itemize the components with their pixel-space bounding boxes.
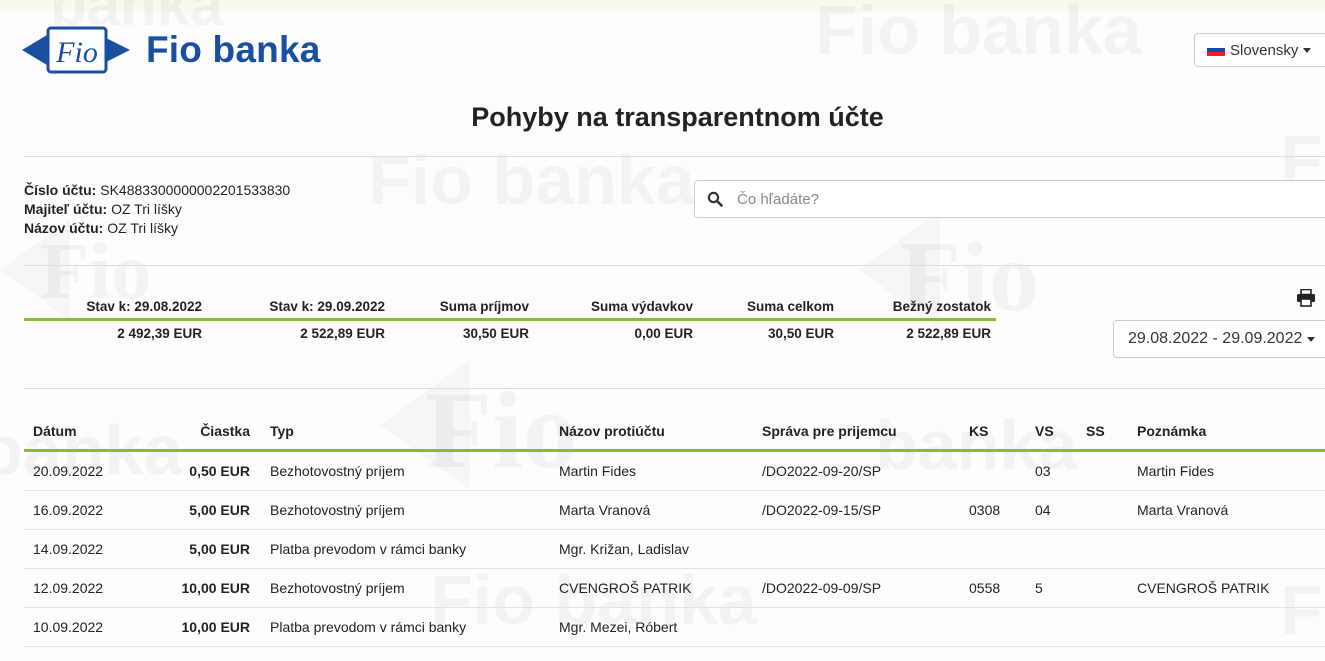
cell-counterparty: Marta Vranová	[559, 502, 651, 518]
cell-date: 16.09.2022	[33, 502, 104, 518]
top-strip	[0, 0, 1325, 12]
table-row[interactable]: 16.09.2022 5,00 EUR Bezhotovostný príjem…	[24, 491, 1325, 530]
cell-message: /DO2022-09-15/SP	[762, 502, 882, 518]
divider	[24, 265, 1325, 266]
search-icon[interactable]	[695, 191, 735, 207]
cell-type: Bezhotovostný príjem	[270, 580, 405, 596]
printer-icon[interactable]	[1296, 288, 1316, 312]
col-note[interactable]: Poznámka	[1137, 412, 1206, 449]
col-ss[interactable]: SS	[1086, 412, 1105, 449]
slovak-flag-icon	[1207, 44, 1225, 56]
col-type[interactable]: Typ	[270, 412, 294, 449]
language-dropdown[interactable]: Slovensky	[1194, 33, 1325, 67]
col-date[interactable]: Dátum	[33, 412, 77, 449]
summary-income: 30,50 EUR	[462, 325, 529, 341]
summary-header-start-balance: Stav k: 29.08.2022	[86, 298, 202, 314]
account-name: OZ Tri líšky	[107, 220, 179, 236]
chevron-down-icon	[1307, 336, 1316, 342]
cell-vs: 5	[1035, 580, 1043, 596]
cell-type: Bezhotovostný príjem	[270, 502, 405, 518]
cell-date: 10.09.2022	[33, 619, 104, 635]
table-row[interactable]: 20.09.2022 0,50 EUR Bezhotovostný príjem…	[24, 452, 1325, 491]
col-vs[interactable]: VS	[1035, 412, 1054, 449]
cell-vs: 04	[1035, 502, 1051, 518]
summary-start-balance: 2 492,39 EUR	[117, 325, 202, 341]
summary-header-total: Suma celkom	[746, 298, 834, 314]
summary-end-balance: 2 522,89 EUR	[300, 325, 385, 341]
summary-total: 30,50 EUR	[767, 325, 834, 341]
col-ks[interactable]: KS	[969, 412, 988, 449]
date-range-dropdown[interactable]: 29.08.2022 - 29.09.2022	[1113, 320, 1325, 358]
cell-counterparty: Martin Fides	[559, 463, 637, 479]
col-counterparty[interactable]: Názov protiúčtu	[559, 412, 665, 449]
cell-amount: 10,00 EUR	[181, 580, 250, 596]
summary-header-income: Suma príjmov	[439, 298, 529, 314]
search-box[interactable]	[694, 180, 1325, 218]
cell-date: 14.09.2022	[33, 541, 104, 557]
svg-text:Fio: Fio	[55, 36, 98, 69]
table-row[interactable]: 12.09.2022 10,00 EUR Bezhotovostný príje…	[24, 569, 1325, 608]
cell-message: /DO2022-09-09/SP	[762, 580, 882, 596]
summary-expenses: 0,00 EUR	[634, 325, 693, 341]
cell-note: CVENGROŠ PATRIK	[1137, 580, 1270, 596]
col-amount[interactable]: Čiastka	[154, 412, 250, 449]
summary-header: Stav k: 29.08.2022 Stav k: 29.09.2022 Su…	[24, 294, 996, 318]
page-title: Pohyby na transparentnom účte	[471, 102, 884, 132]
cell-amount: 5,00 EUR	[189, 541, 250, 557]
cell-ks: 0308	[969, 502, 1001, 518]
table-header: Dátum Čiastka Typ Názov protiúčtu Správa…	[24, 412, 1325, 452]
cell-ks: 0558	[969, 580, 1001, 596]
summary-balance: 2 522,89 EUR	[906, 325, 991, 341]
date-range-label: 29.08.2022 - 29.09.2022	[1128, 330, 1303, 347]
summary-header-expenses: Suma výdavkov	[590, 298, 693, 314]
cell-vs: 03	[1035, 463, 1051, 479]
language-label: Slovensky	[1230, 41, 1299, 59]
fio-banka-logo[interactable]: Fio Fio banka	[22, 24, 321, 76]
cell-amount: 5,00 EUR	[189, 502, 250, 518]
transactions-table: Dátum Čiastka Typ Názov protiúčtu Správa…	[24, 412, 1325, 647]
divider	[24, 156, 1325, 157]
account-owner: OZ Tri líšky	[111, 201, 182, 217]
cell-type: Bezhotovostný príjem	[270, 463, 405, 479]
table-row[interactable]: 10.09.2022 10,00 EUR Platba prevodom v r…	[24, 608, 1325, 647]
cell-date: 20.09.2022	[33, 463, 104, 479]
fio-logo-icon: Fio	[22, 26, 130, 74]
cell-amount: 0,50 EUR	[189, 463, 250, 479]
table-row[interactable]: 14.09.2022 5,00 EUR Platba prevodom v rá…	[24, 530, 1325, 569]
cell-date: 12.09.2022	[33, 580, 104, 596]
cell-note: Marta Vranová	[1137, 502, 1229, 518]
col-message[interactable]: Správa pre prijemcu	[762, 412, 897, 449]
watermark-text: Fio banka	[368, 141, 695, 219]
account-number: SK4883300000002201533830	[100, 182, 291, 198]
account-number-label: Číslo účtu:	[24, 182, 97, 198]
search-input[interactable]	[735, 189, 1299, 209]
account-owner-label: Majiteľ účtu:	[24, 201, 108, 217]
cell-type: Platba prevodom v rámci banky	[270, 541, 467, 557]
brand-name: Fio banka	[146, 29, 321, 70]
cell-counterparty: Mgr. Mezei, Róbert	[559, 619, 678, 635]
cell-counterparty: Mgr. Križan, Ladislav	[559, 541, 689, 557]
cell-type: Platba prevodom v rámci banky	[270, 619, 467, 635]
summary-values: 2 492,39 EUR 2 522,89 EUR 30,50 EUR 0,00…	[24, 321, 996, 345]
divider	[24, 388, 1325, 389]
cell-counterparty: CVENGROŠ PATRIK	[559, 580, 692, 596]
cell-amount: 10,00 EUR	[181, 619, 250, 635]
account-name-label: Názov účtu:	[24, 220, 104, 236]
summary-header-end-balance: Stav k: 29.09.2022	[269, 298, 385, 314]
account-summary: Stav k: 29.08.2022 Stav k: 29.09.2022 Su…	[24, 294, 996, 345]
summary-header-balance: Bežný zostatok	[892, 298, 991, 314]
cell-note: Martin Fides	[1137, 463, 1215, 479]
chevron-down-icon	[1303, 47, 1312, 53]
account-info: Číslo účtu: SK4883300000002201533830 Maj…	[24, 181, 290, 238]
cell-message: /DO2022-09-20/SP	[762, 463, 882, 479]
